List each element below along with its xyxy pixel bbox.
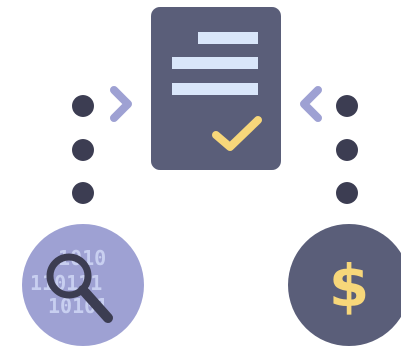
chevron-right-icon: [110, 86, 132, 122]
document-check-icon: [151, 7, 281, 170]
dot: [336, 182, 358, 204]
dollar-sign: $: [329, 252, 369, 320]
dot: [72, 139, 94, 161]
document-line-2: [172, 57, 258, 69]
dot: [336, 139, 358, 161]
data-analysis-illustration: 1010 110111 10101 $: [22, 7, 401, 346]
document-line-3: [172, 83, 258, 95]
right-dots: [336, 95, 358, 204]
binary-search-icon: 1010 110111 10101: [22, 224, 144, 346]
dot: [72, 182, 94, 204]
dollar-coin-icon: $: [288, 224, 401, 346]
dot: [336, 95, 358, 117]
dot: [72, 95, 94, 117]
left-dots: [72, 95, 94, 204]
document-line-1: [198, 32, 258, 44]
chevron-left-icon: [300, 86, 322, 122]
